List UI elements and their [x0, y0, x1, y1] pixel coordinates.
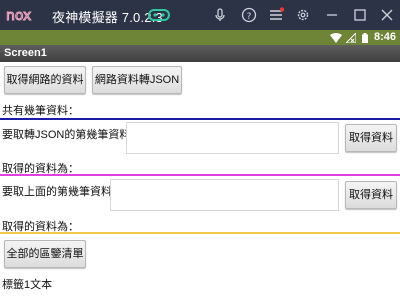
svg-text:?: ? [247, 12, 252, 22]
close-icon[interactable] [379, 7, 395, 23]
wifi-icon [330, 33, 342, 43]
emulator-title-bar: nox 夜神模擬器 7.0.2.3 ? [0, 0, 400, 30]
get-data-button-2[interactable]: 取得資料 [345, 181, 397, 209]
web-to-json-button[interactable]: 網路資料轉JSON [92, 66, 182, 94]
fetch-web-data-button[interactable]: 取得網路的資料 [4, 66, 86, 94]
label1-text: 標籤1文本 [2, 279, 53, 291]
above-nth-record-label: 要取上面的第幾筆資料 [2, 186, 112, 198]
screen-title: Screen1 [4, 47, 47, 59]
mute-icon[interactable] [212, 7, 228, 23]
svg-text:nox: nox [6, 8, 31, 23]
maximize-icon[interactable] [352, 7, 368, 23]
emulator-title: 夜神模擬器 7.0.2.3 [52, 10, 163, 25]
divider-line-3 [0, 232, 400, 234]
android-status-bar: 8:46 [0, 30, 400, 45]
help-icon[interactable]: ? [241, 7, 257, 23]
gamepad-icon[interactable] [148, 8, 170, 22]
minimize-icon[interactable] [324, 7, 340, 23]
status-time: 8:46 [373, 31, 396, 43]
all-regions-list-button[interactable]: 全部的區鑒清單 [4, 240, 86, 268]
nox-logo: nox [6, 8, 32, 24]
json-record-index-input[interactable] [126, 122, 339, 154]
no-signal-icon [346, 33, 356, 43]
get-data-button-1[interactable]: 取得資料 [345, 124, 397, 152]
battery-icon [362, 33, 368, 43]
json-nth-record-label: 要取轉JSON的第幾筆資料 [2, 129, 131, 141]
app-action-bar: Screen1 [0, 45, 400, 62]
divider-line-2 [0, 174, 400, 176]
above-record-index-input[interactable] [110, 179, 339, 211]
menu-icon[interactable] [268, 7, 284, 23]
total-records-label: 共有幾筆資料： [2, 105, 79, 117]
settings-icon[interactable] [295, 7, 311, 23]
divider-line-1 [0, 118, 400, 120]
